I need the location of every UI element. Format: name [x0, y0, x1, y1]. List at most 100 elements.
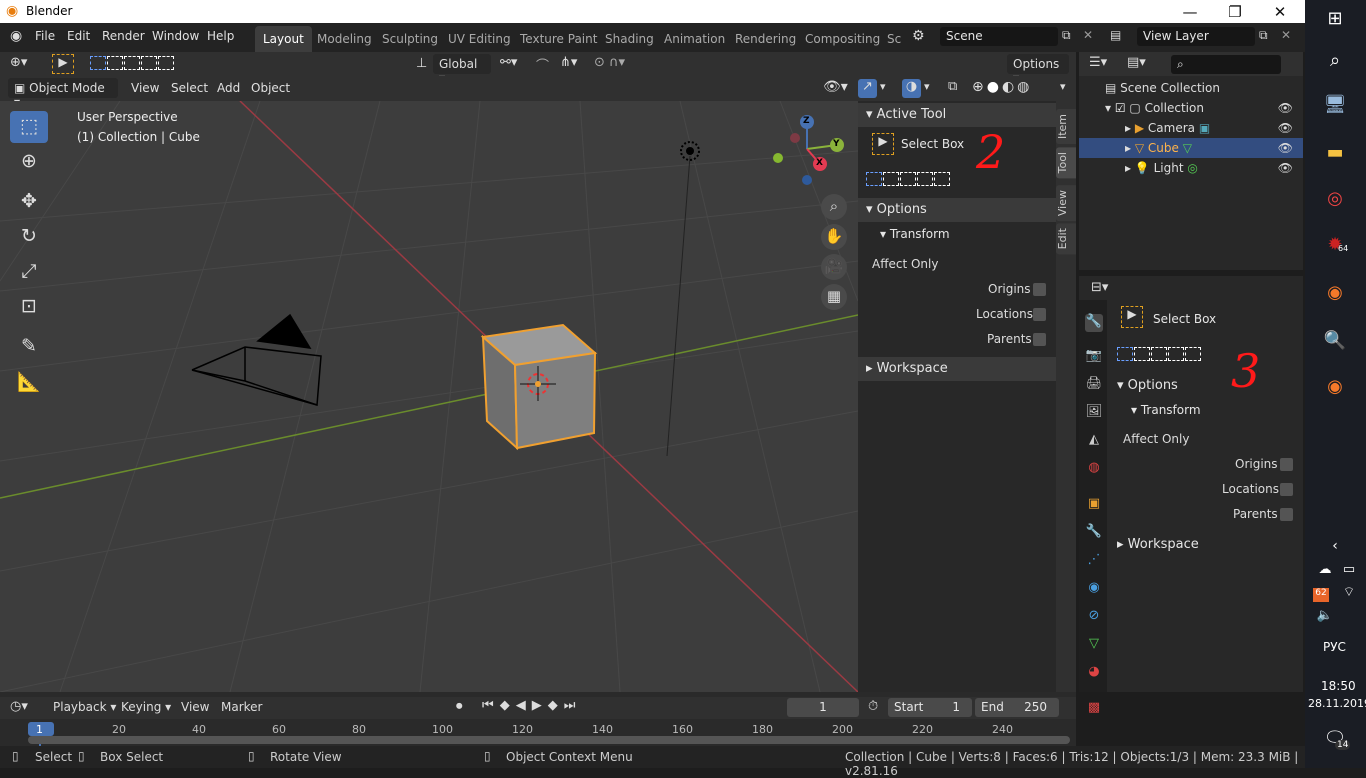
- blender-menu-icon[interactable]: ◉: [10, 28, 22, 44]
- props-transform-subheader[interactable]: ▾ Transform: [1131, 403, 1201, 417]
- eye-icon[interactable]: 👁: [1278, 161, 1293, 175]
- scale-tool-icon[interactable]: ⤢: [10, 256, 48, 288]
- menu-help[interactable]: Help: [207, 29, 234, 43]
- camera-object[interactable]: [191, 313, 322, 406]
- outliner-item-light[interactable]: ▸ 💡 Light ◎ 👁: [1079, 158, 1303, 178]
- active-tool-header[interactable]: ▾ Active Tool: [858, 103, 1056, 127]
- timeline-editor-icon[interactable]: ◷▾: [10, 699, 28, 714]
- end-frame-field[interactable]: End 250: [975, 698, 1059, 717]
- snap-icon[interactable]: ⌒: [536, 55, 549, 74]
- remove-scene-icon[interactable]: ✕: [1083, 28, 1093, 42]
- chrome-icon[interactable]: ◎: [1323, 188, 1347, 212]
- viewport-menu-object[interactable]: Object: [251, 81, 290, 95]
- next-keyframe-icon[interactable]: ◆: [548, 698, 558, 713]
- select-tool-icon[interactable]: ⬚: [10, 111, 48, 143]
- selection-mode-icons[interactable]: [1117, 347, 1202, 361]
- tab-view[interactable]: View: [1056, 185, 1076, 222]
- tab-modeling[interactable]: Modeling: [309, 26, 380, 52]
- minimize-button[interactable]: —: [1167, 0, 1213, 23]
- options-header[interactable]: ▾ Options: [858, 198, 1056, 222]
- new-view-layer-icon[interactable]: ⧉: [1259, 28, 1268, 43]
- language-indicator[interactable]: РУС: [1323, 640, 1346, 654]
- view-layer-field[interactable]: View Layer: [1137, 27, 1255, 46]
- annotate-tool-icon[interactable]: ✎: [10, 331, 48, 363]
- record-icon[interactable]: ⏺: [456, 699, 463, 714]
- select-box-tool-icon[interactable]: ▶: [52, 54, 74, 74]
- tab-scripting[interactable]: Sc: [879, 26, 909, 52]
- tab-uv-editing[interactable]: UV Editing: [440, 26, 519, 52]
- volume-icon[interactable]: 🔈: [1313, 608, 1337, 632]
- object-mode-dropdown[interactable]: ▣ Object Mode ▾: [8, 78, 118, 109]
- xray-icon[interactable]: ⧉: [948, 79, 957, 94]
- zoom-icon[interactable]: ⌕: [821, 194, 847, 220]
- workspace-header[interactable]: ▸ Workspace: [858, 357, 1056, 381]
- transform-subheader[interactable]: ▾ Transform: [880, 227, 950, 241]
- camera-view-icon[interactable]: 🎥: [821, 254, 847, 280]
- close-button[interactable]: ✕: [1257, 0, 1303, 23]
- proportional-edit-icon[interactable]: ⊙ ∩▾: [594, 55, 625, 70]
- computer-icon[interactable]: 🖥: [1323, 94, 1347, 118]
- object-tab-icon[interactable]: ▣: [1085, 496, 1103, 514]
- tab-layout[interactable]: Layout: [255, 26, 312, 52]
- outliner-search-input[interactable]: ⌕: [1171, 55, 1281, 74]
- physics-tab-icon[interactable]: ◉: [1085, 580, 1103, 598]
- blender-icon-2[interactable]: ◉: [1323, 376, 1347, 400]
- play-reverse-icon[interactable]: ◀: [516, 698, 526, 713]
- transform-tool-icon[interactable]: ⊡: [10, 291, 48, 323]
- pan-hand-icon[interactable]: ✋: [821, 224, 847, 250]
- tab-sculpting[interactable]: Sculpting: [374, 26, 446, 52]
- move-tool-icon[interactable]: ✥: [10, 186, 48, 218]
- clock-time[interactable]: 18:50: [1321, 679, 1356, 693]
- start-frame-field[interactable]: Start 1: [888, 698, 972, 717]
- scene-tab-icon[interactable]: ◭: [1085, 432, 1103, 450]
- playback-controls[interactable]: ⏮ ◆ ◀ ▶ ◆ ⏭: [482, 698, 575, 713]
- tab-edit[interactable]: Edit: [1056, 223, 1076, 255]
- selection-mode-icons[interactable]: [866, 172, 951, 186]
- gizmo-dropdown-icon[interactable]: ▾: [880, 80, 886, 93]
- app-search-icon[interactable]: 🔍: [1323, 330, 1347, 354]
- checkbox-icon[interactable]: ☑: [1115, 101, 1126, 115]
- props-options-header[interactable]: ▾ Options: [1117, 378, 1178, 393]
- viewport-menu-view[interactable]: View: [131, 81, 159, 95]
- eye-icon[interactable]: 👁: [1278, 141, 1293, 155]
- menu-file[interactable]: File: [35, 29, 55, 43]
- notification-badge[interactable]: 62: [1313, 588, 1329, 602]
- visibility-icon[interactable]: 👁▾: [823, 79, 848, 95]
- snap-target-icon[interactable]: ⋔▾: [560, 55, 577, 70]
- outliner-item-collection[interactable]: ▾ ☑ ▢ Collection 👁: [1079, 98, 1303, 118]
- texture-tab-icon[interactable]: ▩: [1085, 700, 1103, 718]
- props-locations-checkbox[interactable]: [1280, 483, 1293, 496]
- origins-checkbox[interactable]: [1033, 283, 1046, 296]
- folder-icon[interactable]: ▬: [1323, 142, 1347, 166]
- windows-start-icon[interactable]: ⊞: [1323, 8, 1347, 32]
- outliner-item-cube[interactable]: ▸ ▽ Cube ▽ 👁: [1079, 138, 1303, 158]
- outliner-editor-icon[interactable]: ☰▾: [1089, 55, 1107, 70]
- properties-editor-icon[interactable]: ⊟▾: [1091, 280, 1108, 295]
- current-frame-field[interactable]: 1: [787, 698, 859, 717]
- parents-checkbox[interactable]: [1033, 333, 1046, 346]
- eye-icon[interactable]: 👁: [1278, 121, 1293, 135]
- solid-shading-icon[interactable]: ●: [987, 79, 999, 95]
- timeline-scrollbar[interactable]: [28, 736, 1070, 744]
- selection-mode-icons[interactable]: [90, 56, 175, 70]
- maximize-button[interactable]: ❐: [1212, 0, 1258, 23]
- props-parents-checkbox[interactable]: [1280, 508, 1293, 521]
- 3d-viewport[interactable]: User Perspective (1) Collection | Cube ⬚…: [0, 101, 858, 692]
- pivot-icon[interactable]: ⚯▾: [500, 55, 517, 70]
- props-workspace-header[interactable]: ▸ Workspace: [1117, 537, 1199, 552]
- cloud-icon[interactable]: ☁: [1313, 562, 1337, 586]
- chevron-left-icon[interactable]: ‹: [1323, 538, 1347, 562]
- particles-tab-icon[interactable]: ⋰: [1085, 552, 1103, 570]
- constraints-tab-icon[interactable]: ⊘: [1085, 608, 1103, 626]
- measure-tool-icon[interactable]: 📐: [10, 366, 48, 398]
- render-tab-icon[interactable]: 📷: [1085, 348, 1103, 366]
- shading-dropdown-icon[interactable]: ▾: [1060, 80, 1066, 93]
- stopwatch-icon[interactable]: ⏱: [868, 699, 878, 714]
- battery-icon[interactable]: ▭: [1337, 562, 1361, 586]
- search-icon[interactable]: ⌕: [1323, 50, 1347, 74]
- eye-icon[interactable]: 👁: [1278, 101, 1293, 115]
- perspective-toggle-icon[interactable]: ▦: [821, 284, 847, 310]
- options-dropdown[interactable]: Options ▾: [1007, 54, 1069, 85]
- jump-end-icon[interactable]: ⏭: [564, 698, 576, 713]
- menu-edit[interactable]: Edit: [67, 29, 90, 43]
